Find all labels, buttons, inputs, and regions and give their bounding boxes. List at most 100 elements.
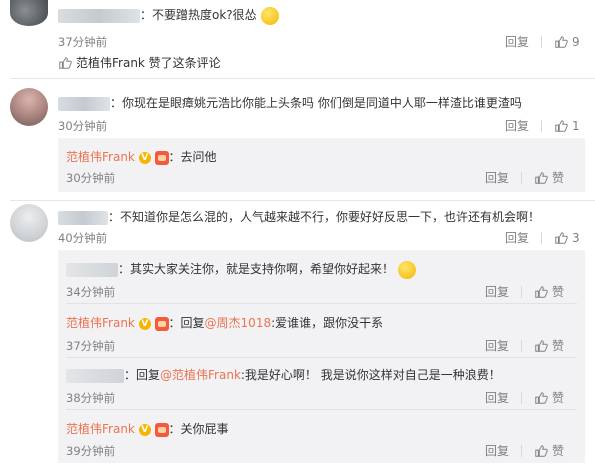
like-count: 3 — [572, 230, 580, 245]
tongue-out-emoji-icon — [397, 260, 416, 279]
reply-button[interactable]: 回复 — [505, 229, 529, 246]
avatar[interactable] — [10, 0, 48, 26]
like-button[interactable]: 赞 — [534, 442, 564, 459]
like-button[interactable]: 9 — [554, 35, 580, 49]
avatar[interactable] — [10, 88, 48, 126]
username-blurred[interactable] — [58, 210, 108, 225]
reply-actions: 回复 赞 — [485, 169, 564, 186]
thumbs-up-icon — [535, 444, 548, 457]
reply-actions: 回复 赞 — [485, 442, 564, 459]
reply-button[interactable]: 回复 — [485, 337, 509, 354]
mention-link[interactable]: @范植伟Frank — [160, 368, 241, 382]
avatar[interactable] — [10, 204, 48, 242]
reply-text: :爱谁谁，跟你没干系 — [271, 316, 384, 330]
verified-v-icon: V — [138, 151, 151, 164]
comment-text: ：你现在是眼瘴姚元浩比你能上头条吗 你们倒是同道中人耶一样渣比谁更渣吗 — [110, 96, 522, 110]
like-label: 赞 — [552, 339, 565, 353]
reply-text-row: ：其实大家关注你，就是支持你啊，希望你好起来！ — [66, 260, 416, 279]
comment-text: ：不要蹭热度ok?很怂 — [140, 8, 257, 22]
reply-actions: 回复 赞 — [485, 337, 564, 354]
like-count: 9 — [572, 34, 580, 49]
thumbs-up-icon — [535, 339, 548, 352]
like-button[interactable]: 赞 — [534, 337, 564, 354]
reply-time: 34分钟前 — [66, 285, 116, 299]
like-button[interactable]: 1 — [554, 119, 580, 133]
comment-text: ：不知道你是怎么混的，人气越来越不行，你要好好反思一下，也许还有机会啊！ — [108, 210, 541, 224]
comment-time: 37分钟前 — [58, 35, 108, 49]
like-count: 1 — [572, 118, 580, 133]
reply-text: ：其实大家关注你，就是支持你啊，希望你好起来！ — [118, 262, 395, 276]
reply-button[interactable]: 回复 — [505, 33, 529, 50]
smirk-emoji-icon — [260, 6, 279, 25]
divider — [541, 119, 543, 132]
reply-button[interactable]: 回复 — [485, 169, 509, 186]
thumbs-up-icon — [555, 231, 568, 244]
member-badge-icon — [154, 316, 169, 331]
thumbs-up-icon — [555, 35, 568, 48]
divider — [10, 200, 595, 201]
comment-actions: 回复 9 — [505, 33, 580, 50]
username-blurred[interactable] — [66, 262, 118, 277]
liked-by-text: 范植伟Frank 赞了这条评论 — [76, 56, 221, 70]
comment-2-text-row: ：你现在是眼瘴姚元浩比你能上头条吗 你们倒是同道中人耶一样渣比谁更渣吗 — [58, 94, 522, 111]
divider — [521, 339, 523, 352]
divider — [10, 78, 595, 79]
liked-by-row: 范植伟Frank 赞了这条评论 — [58, 54, 221, 71]
divider — [521, 444, 523, 457]
like-label: 赞 — [552, 171, 565, 185]
verified-v-icon: V — [138, 423, 151, 436]
thumbs-up-icon — [555, 119, 568, 132]
reply-text-prefix: ：回复 — [168, 316, 205, 330]
reply-button[interactable]: 回复 — [485, 283, 509, 300]
thumbs-up-icon — [59, 56, 72, 69]
reply-time: 30分钟前 — [66, 171, 116, 185]
reply-actions: 回复 赞 — [485, 389, 564, 406]
reply-text-prefix: ：回复 — [124, 368, 161, 382]
reply-time: 38分钟前 — [66, 391, 116, 405]
username-blurred[interactable] — [58, 96, 110, 111]
divider — [541, 35, 543, 48]
verified-v-icon: V — [138, 317, 151, 330]
reply-time: 39分钟前 — [66, 444, 116, 458]
divider — [66, 357, 577, 358]
reply-text-row: ：回复@范植伟Frank:我是好心啊！ 我是说你这样对自己是一种浪费！ — [66, 366, 501, 383]
like-label: 赞 — [552, 444, 565, 458]
thumbs-up-icon — [535, 391, 548, 404]
reply-text: :我是好心啊！ 我是说你这样对自己是一种浪费！ — [240, 368, 501, 382]
reply-author-link[interactable]: 范植伟Frank — [66, 316, 135, 330]
comment-time: 30分钟前 — [58, 119, 108, 133]
divider — [521, 391, 523, 404]
reply-author-link[interactable]: 范植伟Frank — [66, 150, 135, 164]
reply-actions: 回复 赞 — [485, 283, 564, 300]
reply-author-link[interactable]: 范植伟Frank — [66, 422, 135, 436]
reply-button[interactable]: 回复 — [485, 442, 509, 459]
username-blurred[interactable] — [58, 8, 140, 23]
thumbs-up-icon — [535, 171, 548, 184]
comment-time: 40分钟前 — [58, 231, 108, 245]
reply-time: 37分钟前 — [66, 339, 116, 353]
reply-text-row: 范植伟Frank V ：去问他 — [66, 148, 217, 165]
mention-link[interactable]: @周杰1018 — [205, 316, 272, 330]
comment-1-text-row: ：不要蹭热度ok?很怂 — [58, 6, 279, 25]
reply-text-row: 范植伟Frank V ：关你屁事 — [66, 420, 229, 437]
like-button[interactable]: 赞 — [534, 389, 564, 406]
member-badge-icon — [154, 150, 169, 165]
like-button[interactable]: 赞 — [534, 169, 564, 186]
thumbs-up-icon — [535, 285, 548, 298]
reply-text: ：关你屁事 — [168, 422, 229, 436]
reply-button[interactable]: 回复 — [505, 117, 529, 134]
divider — [66, 409, 577, 410]
divider — [541, 231, 543, 244]
reply-text-row: 范植伟Frank V ：回复@周杰1018:爱谁谁，跟你没干系 — [66, 314, 383, 331]
divider — [66, 303, 577, 304]
like-button[interactable]: 赞 — [534, 283, 564, 300]
reply-button[interactable]: 回复 — [485, 389, 509, 406]
like-label: 赞 — [552, 391, 565, 405]
comment-3-text-row: ：不知道你是怎么混的，人气越来越不行，你要好好反思一下，也许还有机会啊！ — [58, 208, 540, 225]
divider — [521, 171, 523, 184]
username-blurred[interactable] — [66, 368, 124, 383]
like-button[interactable]: 3 — [554, 231, 580, 245]
divider — [521, 285, 523, 298]
comment-actions: 回复 1 — [505, 117, 580, 134]
reply-text: ：去问他 — [168, 150, 217, 164]
